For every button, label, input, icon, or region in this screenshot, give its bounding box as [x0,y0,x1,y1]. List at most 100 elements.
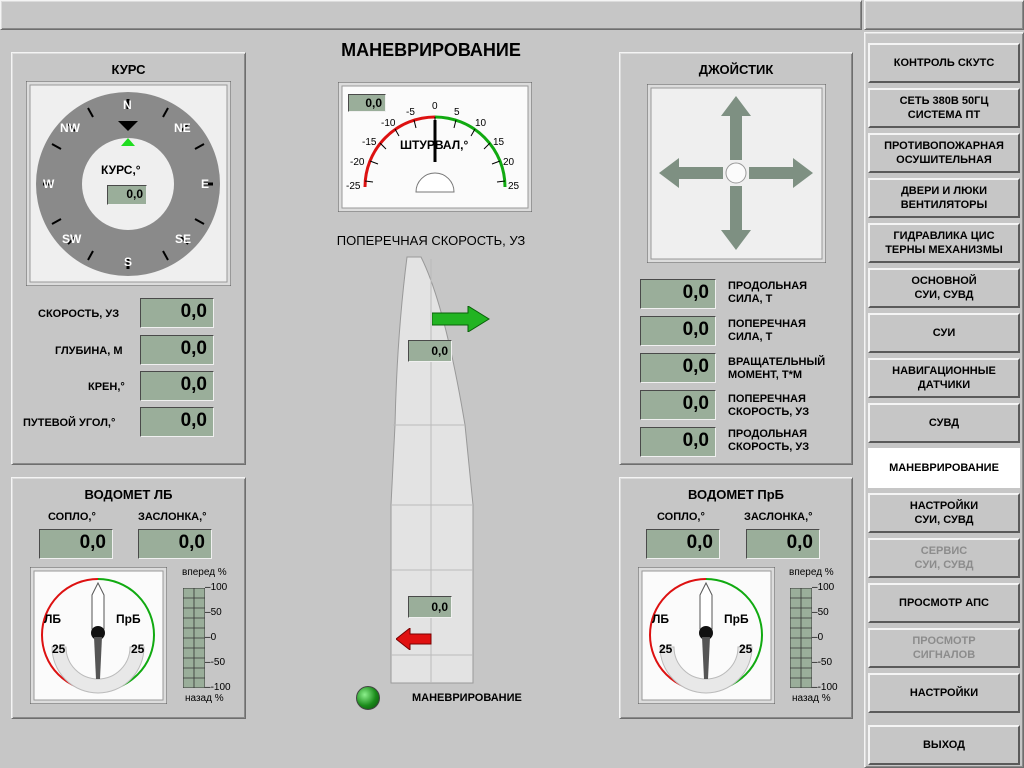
maneuver-indicator-label: МАНЕВРИРОВАНИЕ [412,692,522,704]
waterjet-right-gauge-prb: ПрБ [724,612,749,626]
wheel-tick-15: 15 [493,137,505,148]
waterjet-right-nozzle-label: СОПЛО,° [657,511,705,523]
waterjet-right-tick-100: 100 [817,582,835,593]
wheel-tick-20: 20 [503,157,515,168]
waterjet-left-nozzle-value: 0,0 [39,529,113,559]
waterjet-right-gauge-lb: ЛБ [652,612,670,626]
wheel-tick-m10: -10 [381,118,396,129]
waterjet-left-tick-m50: -50 [210,657,226,668]
waterjet-right-nozzle-value: 0,0 [646,529,720,559]
speed-label: СКОРОСТЬ, УЗ [38,308,120,320]
wheel-tick-5: 5 [454,107,460,118]
track-angle-label: ПУТЕВОЙ УГОЛ,° [23,417,116,429]
longitudinal-force-label: ПРОДОЛЬНАЯ СИЛА, Т [728,280,808,305]
wheel-tick-25: 25 [508,181,520,192]
bow-thrust-arrow [431,305,490,333]
nav-btn-exit[interactable]: ВЫХОД [868,725,1020,765]
wheel-tick-10: 10 [475,118,487,129]
nav-btn-main-sui-suvd[interactable]: ОСНОВНОЙ СУИ, СУВД [868,268,1020,308]
nav-btn-settings[interactable]: НАСТРОЙКИ [868,673,1020,713]
waterjet-left-thrust-bar [182,587,206,689]
roll-label: КРЕН,° [88,381,125,393]
stern-thrust-arrow [395,626,432,652]
nav-btn-maneuvering[interactable]: МАНЕВРИРОВАНИЕ [868,448,1020,488]
lateral-force-label: ПОПЕРЕЧНАЯ СИЛА, Т [728,318,806,343]
depth-label: ГЛУБИНА, М [55,345,123,357]
waterjet-left-tick-100: 100 [210,582,228,593]
waterjet-left-scale-left: 25 [52,642,66,656]
compass-ne-label: NE [174,121,191,135]
nav-btn-skuts[interactable]: КОНТРОЛЬ СКУТС [868,43,1020,83]
compass-n-label: N [123,98,132,112]
longitudinal-speed-value: 0,0 [640,427,716,457]
nav-btn-suvd[interactable]: СУВД [868,403,1020,443]
waterjet-left-tick-50: 50 [210,607,222,618]
waterjet-right-bar-bottom-label: назад % [792,693,831,704]
waterjet-left-flap-label: ЗАСЛОНКА,° [138,511,207,523]
wheel-tick-m20: -20 [350,157,365,168]
waterjet-left-gauge-lb: ЛБ [44,612,62,626]
waterjet-left-nozzle-label: СОПЛО,° [48,511,96,523]
nav-btn-view-signals[interactable]: ПРОСМОТР СИГНАЛОВ [868,628,1020,668]
waterjet-left-flap-value: 0,0 [138,529,212,559]
nav-btn-doors-fans[interactable]: ДВЕРИ И ЛЮКИ ВЕНТИЛЯТОРЫ [868,178,1020,218]
joystick-control[interactable] [646,83,827,264]
course-panel-title: КУРС [111,62,146,77]
wheel-tick-m25: -25 [346,181,361,192]
depth-value: 0,0 [140,335,214,365]
waterjet-left-bar-bottom-label: назад % [185,693,224,704]
roll-value: 0,0 [140,371,214,401]
course-value: 0,0 [107,185,147,205]
stern-value: 0,0 [408,596,452,618]
compass-w-label: W [43,177,55,191]
lateral-speed-title: ПОПЕРЕЧНАЯ СКОРОСТЬ, УЗ [336,233,526,248]
nav-btn-hydraulics[interactable]: ГИДРАВЛИКА ЦИС ТЕРНЫ МЕХАНИЗМЫ [868,223,1020,263]
wheel-tick-m5: -5 [406,107,415,118]
waterjet-right-tick-50: 50 [817,607,829,618]
waterjet-left-gauge [29,566,168,705]
waterjet-right-flap-value: 0,0 [746,529,820,559]
wheel-ticks: -25 -20 -15 -10 -5 0 5 10 15 20 25 [338,82,532,212]
nav-btn-nav-sensors[interactable]: НАВИГАЦИОННЫЕ ДАТЧИКИ [868,358,1020,398]
maneuver-indicator-lamp [356,686,380,710]
waterjet-left-gauge-prb: ПрБ [116,612,141,626]
nav-btn-settings-sui-suvd[interactable]: НАСТРОЙКИ СУИ, СУВД [868,493,1020,533]
course-label: КУРС,° [101,163,141,177]
waterjet-left-tick-m100: -100 [210,682,231,693]
rotational-moment-label: ВРАЩАТЕЛЬНЫЙ МОМЕНТ, Т*М [728,356,826,381]
nav-btn-power-380v[interactable]: СЕТЬ 380В 50ГЦ СИСТЕМА ПТ [868,88,1020,128]
bow-value: 0,0 [408,340,452,362]
compass-nw-label: NW [60,121,80,135]
compass-s-label: S [124,255,133,269]
waterjet-left-bar-ticks: –100 –50 –0 –-50 –-100 [205,582,231,693]
waterjet-right-scale-right: 25 [739,642,753,656]
wheel-tick-m15: -15 [362,137,377,148]
waterjet-right-tick-0: 0 [817,632,824,643]
nav-btn-fire-drainage[interactable]: ПРОТИВОПОЖАРНАЯ ОСУШИТЕЛЬНАЯ [868,133,1020,173]
waterjet-right-bar-top-label: вперед % [789,567,834,578]
longitudinal-speed-label: ПРОДОЛЬНАЯ СКОРОСТЬ, УЗ [728,428,810,453]
speed-value: 0,0 [140,298,214,328]
waterjet-right-scale-left: 25 [659,642,673,656]
compass-sw-label: SW [62,232,82,246]
page-title: МАНЕВРИРОВАНИЕ [341,40,521,60]
rotational-moment-value: 0,0 [640,353,716,383]
top-status-bar-right [864,0,1024,30]
wheel-tick-0: 0 [432,101,438,112]
lateral-speed-label: ПОПЕРЕЧНАЯ СКОРОСТЬ, УЗ [728,393,810,418]
waterjet-right-flap-label: ЗАСЛОНКА,° [744,511,813,523]
waterjet-right-bar-ticks: –100 –50 –0 –-50 –-100 [812,582,838,693]
waterjet-left-bar-top-label: вперед % [182,567,227,578]
track-angle-value: 0,0 [140,407,214,437]
waterjet-right-title: ВОДОМЕТ ПрБ [687,487,785,502]
nav-btn-view-aps[interactable]: ПРОСМОТР АПС [868,583,1020,623]
waterjet-right-gauge [637,566,776,705]
waterjet-right-tick-m50: -50 [817,657,833,668]
nav-btn-sui[interactable]: СУИ [868,313,1020,353]
lateral-speed-value: 0,0 [640,390,716,420]
lateral-force-value: 0,0 [640,316,716,346]
waterjet-left-tick-0: 0 [210,632,217,643]
waterjet-left-scale-right: 25 [131,642,145,656]
nav-btn-service-sui-suvd[interactable]: СЕРВИС СУИ, СУВД [868,538,1020,578]
waterjet-left-title: ВОДОМЕТ ЛБ [84,487,173,502]
